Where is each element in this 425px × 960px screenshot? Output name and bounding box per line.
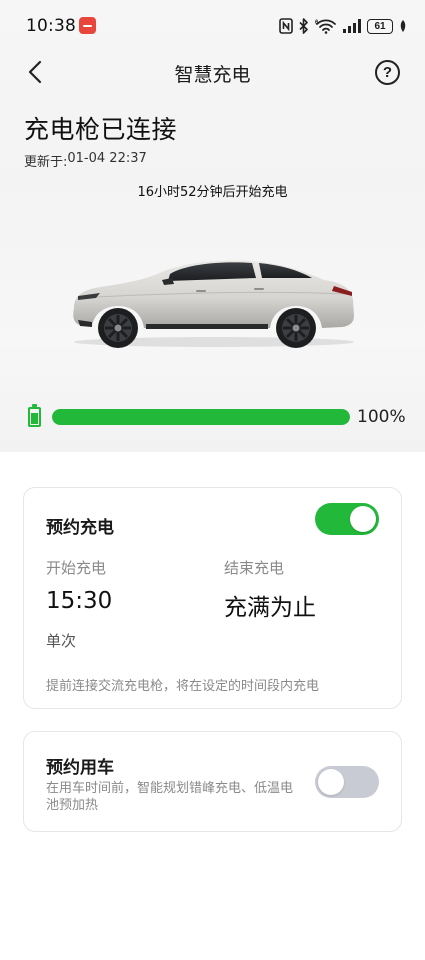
- app-notification-icon: [79, 17, 96, 34]
- page-title: 智慧充电: [174, 64, 251, 86]
- wifi-6-icon: 6: [315, 18, 337, 34]
- scheduled-trip-description: 在用车时间前，智能规划错峰充电、低温电池预加热: [46, 781, 294, 813]
- status-time: 10:38: [26, 16, 76, 36]
- scheduled-trip-toggle[interactable]: [315, 766, 379, 798]
- status-bar: 10:38 6 61: [0, 0, 425, 52]
- bluetooth-icon: [299, 18, 309, 34]
- signal-icon: [343, 19, 361, 33]
- battery-charge-icon: [28, 404, 41, 427]
- leaf-icon: [399, 19, 407, 33]
- charge-percentage: 100%: [357, 407, 406, 427]
- help-button[interactable]: ?: [375, 60, 400, 85]
- scheduled-charging-note: 提前连接交流充电枪，将在设定的时间段内充电: [46, 679, 320, 694]
- end-charging-label: 结束充电: [224, 559, 285, 577]
- toggle-knob: [350, 506, 376, 532]
- nfc-icon: [279, 18, 293, 34]
- status-icons: 6 61: [279, 16, 407, 36]
- repeat-mode[interactable]: 单次: [46, 630, 76, 651]
- updated-time-line: 更新于: 01-04 22:37: [24, 151, 147, 170]
- updated-label: 更新于:: [24, 155, 68, 170]
- start-charging-time[interactable]: 15:30: [46, 588, 112, 614]
- charge-progress-bar: [52, 409, 350, 425]
- scheduled-charging-toggle[interactable]: [315, 503, 379, 535]
- end-charging-condition[interactable]: 充满为止: [224, 588, 316, 622]
- car-image: [73, 260, 354, 348]
- start-charging-label: 开始充电: [46, 559, 107, 577]
- battery-icon: 61: [367, 18, 393, 34]
- scheduled-charging-card: 预约充电 开始充电 结束充电 15:30 充满为止 单次 提前连接交流充电枪，将…: [23, 487, 402, 709]
- charging-start-hint: 16小时52分钟后开始充电: [137, 185, 288, 200]
- scheduled-trip-title: 预约用车: [46, 758, 114, 778]
- scheduled-charging-title: 预约充电: [46, 518, 114, 538]
- updated-time: 01-04 22:37: [67, 151, 147, 166]
- scheduled-trip-card: 预约用车 在用车时间前，智能规划错峰充电、低温电池预加热: [23, 731, 402, 832]
- charge-progress-fill: [52, 409, 350, 425]
- charging-status-heading: 充电枪已连接: [24, 115, 178, 144]
- toggle-knob: [318, 769, 344, 795]
